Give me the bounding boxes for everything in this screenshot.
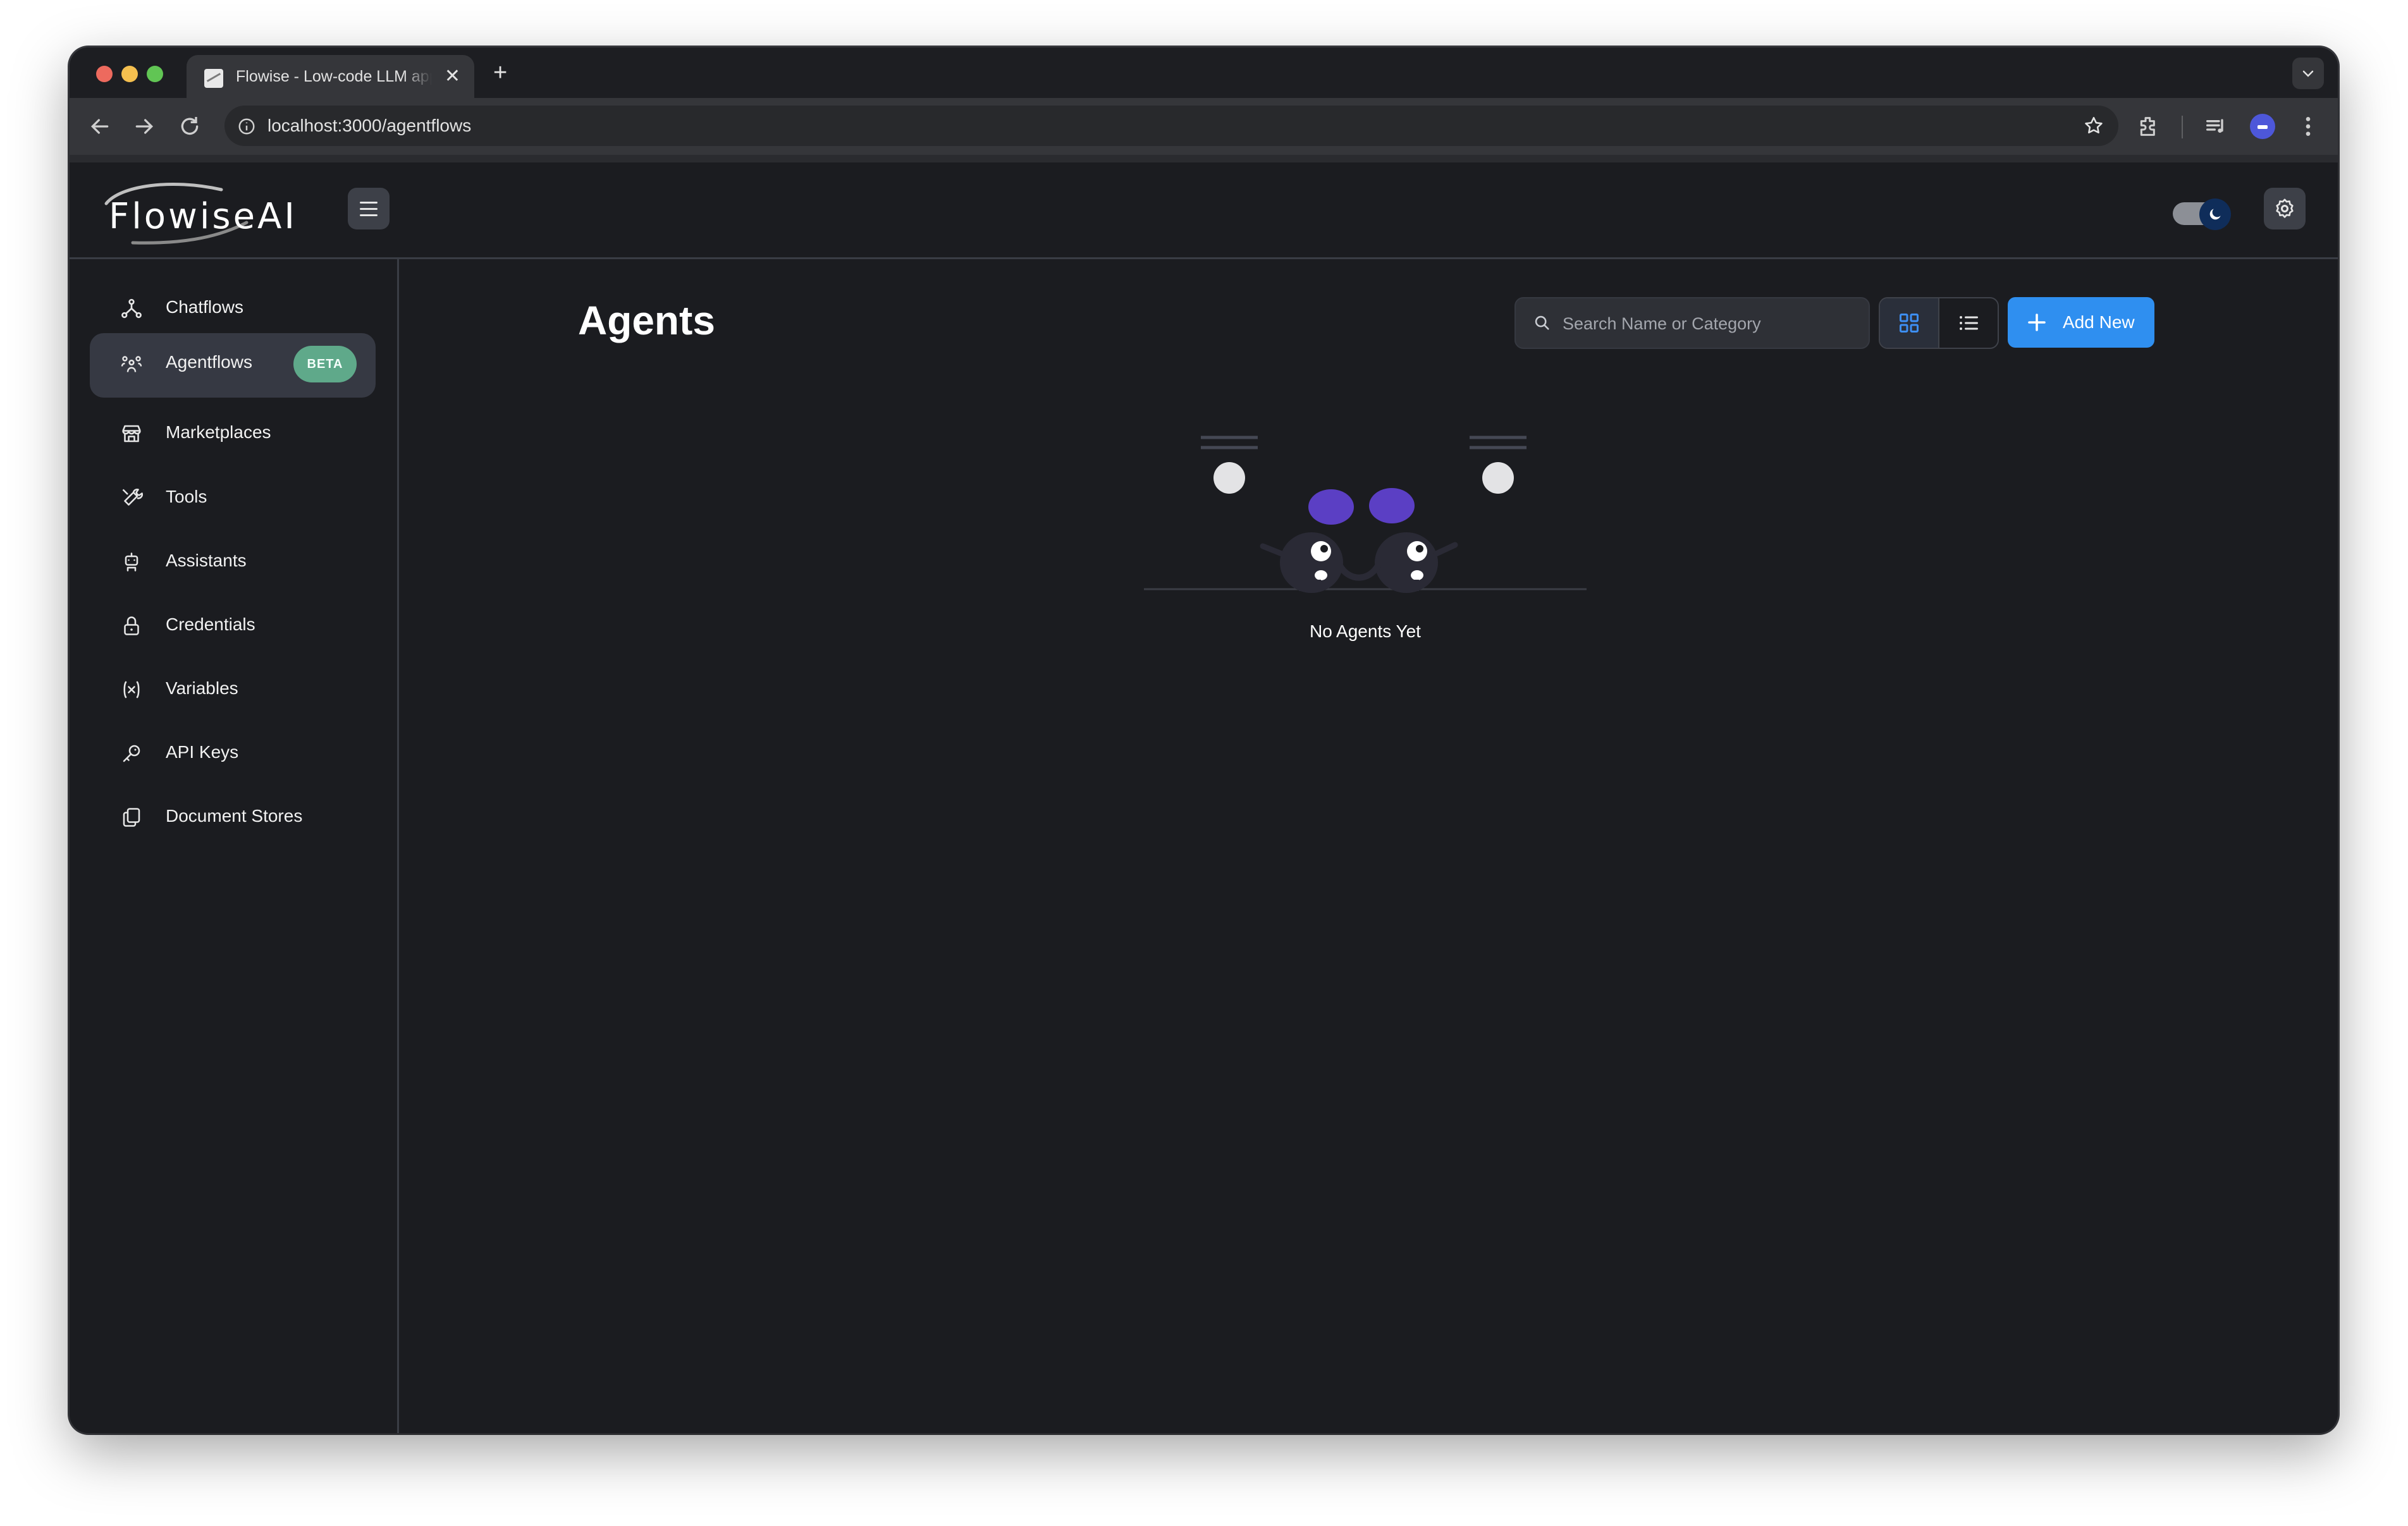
variables-icon [123, 681, 140, 699]
empty-state-message: No Agents Yet [1310, 621, 1421, 641]
lock-icon [124, 616, 139, 635]
sidebar: Chatflows Agentflows BETA Marketplaces T… [70, 259, 399, 1433]
tools-icon [122, 489, 143, 506]
tab-strip: Flowise - Low-code LLM apps ✕ + [70, 47, 2338, 98]
assistants-icon [125, 552, 138, 571]
address-bar[interactable]: localhost:3000/agentflows [224, 106, 2118, 146]
beta-badge: BETA [293, 346, 357, 382]
sidebar-item-document-stores[interactable]: Document Stores [90, 787, 376, 845]
dark-mode-toggle[interactable] [2173, 198, 2231, 230]
browser-window: Flowise - Low-code LLM apps ✕ + localhos… [70, 47, 2338, 1433]
add-new-label: Add New [2063, 312, 2135, 332]
key-icon [123, 745, 140, 762]
back-arrow-icon[interactable] [87, 114, 113, 139]
sidebar-item-chatflows[interactable]: Chatflows [90, 278, 376, 336]
page-title: Agents [578, 298, 715, 343]
toolbar-separator [2182, 116, 2183, 138]
empty-state-illustration [1144, 436, 1587, 593]
tab-close-icon[interactable]: ✕ [445, 65, 460, 88]
more-menu-icon[interactable] [2295, 114, 2321, 139]
sidebar-item-tools[interactable]: Tools [90, 468, 376, 526]
flowise-logo[interactable]: FlowiseAI [95, 178, 295, 248]
sidebar-item-label: Marketplaces [166, 422, 271, 442]
close-window-button[interactable] [96, 66, 113, 82]
tab-search-button[interactable] [2292, 58, 2324, 89]
search-input[interactable] [1561, 298, 1855, 349]
maximize-window-button[interactable] [147, 66, 163, 82]
logo-text: FlowiseAI [109, 196, 297, 237]
marketplace-icon [122, 425, 141, 443]
sidebar-item-label: Document Stores [166, 806, 303, 826]
hamburger-icon [360, 202, 378, 204]
agentflows-icon [121, 356, 142, 372]
gear-icon [2276, 198, 2294, 218]
sidebar-toggle-button[interactable] [348, 188, 390, 229]
bookmark-star-icon[interactable] [2083, 115, 2104, 137]
settings-button[interactable] [2264, 188, 2306, 229]
search-box[interactable] [1514, 297, 1870, 349]
browser-tab[interactable]: Flowise - Low-code LLM apps ✕ [187, 55, 474, 98]
search-icon [1535, 315, 1549, 330]
sidebar-item-variables[interactable]: Variables [90, 659, 376, 717]
sidebar-item-label: API Keys [166, 742, 239, 762]
sidebar-item-credentials[interactable]: Credentials [90, 595, 376, 654]
sidebar-item-label: Variables [166, 678, 238, 698]
forward-arrow-icon[interactable] [132, 114, 157, 139]
list-view-button[interactable] [1939, 298, 1998, 348]
toolbar-divider [70, 155, 2338, 162]
browser-toolbar: localhost:3000/agentflows [70, 98, 2338, 155]
profile-avatar[interactable] [2250, 114, 2275, 139]
sidebar-item-api-keys[interactable]: API Keys [90, 723, 376, 781]
reload-icon[interactable] [177, 114, 202, 139]
site-info-icon[interactable] [237, 117, 256, 136]
add-new-button[interactable]: Add New [2008, 297, 2154, 348]
minimize-window-button[interactable] [121, 66, 138, 82]
grid-icon [1900, 314, 1919, 333]
toggle-knob [2199, 198, 2231, 230]
sidebar-item-label: Agentflows [166, 352, 252, 372]
card-view-button[interactable] [1880, 298, 1939, 348]
chevron-down-icon [2302, 70, 2314, 77]
sidebar-item-agentflows[interactable]: Agentflows BETA [90, 333, 376, 398]
new-tab-button[interactable]: + [493, 60, 507, 85]
sidebar-item-label: Chatflows [166, 297, 243, 317]
media-controls-icon[interactable] [2203, 114, 2228, 139]
main-content: Agents Add New [399, 259, 2338, 1433]
favicon-icon [204, 69, 223, 88]
sidebar-item-assistants[interactable]: Assistants [90, 532, 376, 590]
chatflows-icon [121, 298, 142, 319]
extensions-icon[interactable] [2136, 114, 2161, 139]
plus-icon [2028, 314, 2046, 331]
sidebar-item-label: Tools [166, 487, 207, 506]
sidebar-item-label: Credentials [166, 614, 255, 634]
sidebar-item-marketplaces[interactable]: Marketplaces [90, 403, 376, 461]
sidebar-item-label: Assistants [166, 551, 247, 570]
moon-icon [2209, 209, 2221, 220]
list-icon [1960, 316, 1978, 330]
url-text[interactable]: localhost:3000/agentflows [267, 116, 471, 136]
tab-title: Flowise - Low-code LLM apps [236, 68, 432, 85]
document-stores-icon [123, 808, 140, 827]
view-mode-toggle [1879, 297, 1999, 349]
app-header: FlowiseAI [70, 162, 2338, 259]
